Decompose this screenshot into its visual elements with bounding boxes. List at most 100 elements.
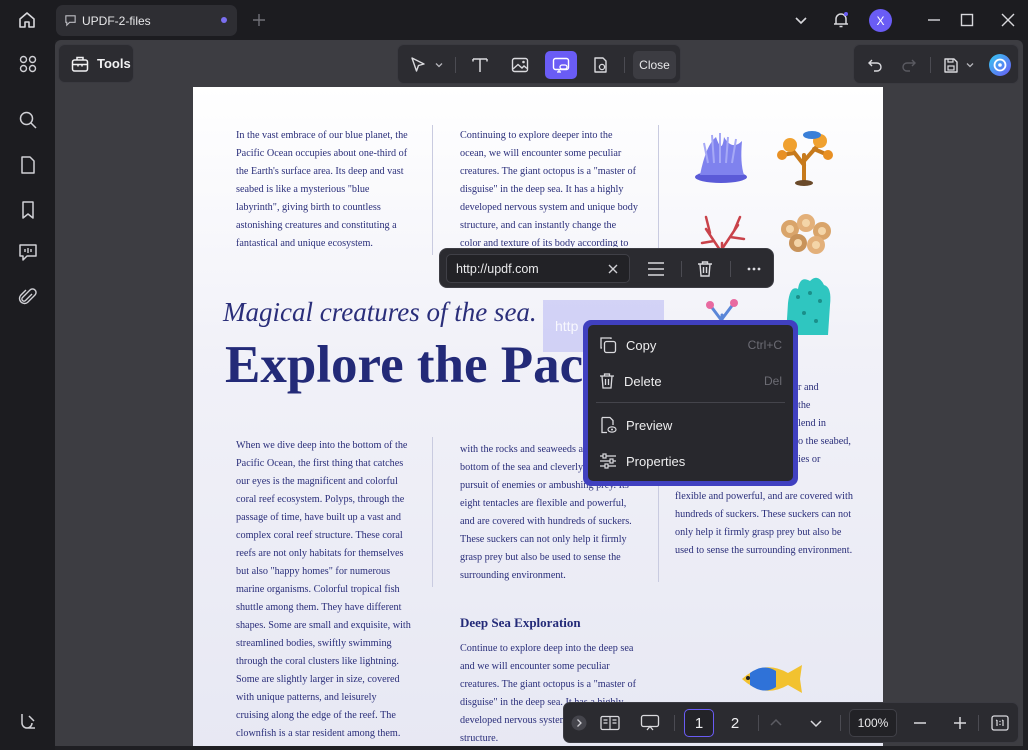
coral-cluster-tan <box>781 214 831 254</box>
chevron-down-icon <box>795 17 807 25</box>
chevron-right-icon <box>571 715 587 731</box>
new-tab-button[interactable] <box>249 10 269 30</box>
comment-list-icon <box>19 244 37 261</box>
redo-button[interactable] <box>896 51 922 79</box>
actual-size-button[interactable] <box>987 709 1013 737</box>
popup-divider <box>681 261 682 277</box>
link-annotation-text: http <box>555 318 579 334</box>
previous-page-button[interactable] <box>764 709 788 737</box>
page-1-button[interactable]: 1 <box>684 709 714 737</box>
chevron-up-icon <box>770 718 782 726</box>
delete-link-button[interactable] <box>692 257 718 281</box>
comments-button[interactable] <box>13 237 43 267</box>
apps-button[interactable] <box>13 49 43 79</box>
right-column-line: ies or <box>798 454 821 465</box>
bar-divider <box>758 715 759 731</box>
menu-item-preview[interactable]: Preview <box>588 409 793 441</box>
tropical-fish-illustration <box>742 665 802 693</box>
page-subtitle: Magical creatures of the sea. <box>223 297 537 327</box>
plus-icon <box>253 14 265 26</box>
toolbox-icon <box>71 56 89 72</box>
updf-ai-button[interactable] <box>13 706 43 736</box>
collapse-bar-button[interactable] <box>570 709 588 737</box>
page-navigation-bar: 1 2 100% <box>563 702 1019 743</box>
unsaved-dot <box>221 17 227 23</box>
save-menu-button[interactable] <box>938 51 978 79</box>
minimize-button[interactable] <box>922 8 946 32</box>
add-text-tool[interactable] <box>466 51 494 79</box>
undo-button[interactable] <box>862 51 888 79</box>
page-headline: Explore the Pac <box>225 336 584 394</box>
brand-logo-icon <box>21 714 35 729</box>
toolbar-divider <box>624 57 625 73</box>
select-tool[interactable] <box>406 51 448 79</box>
home-icon <box>19 12 35 28</box>
next-page-button[interactable] <box>804 709 828 737</box>
presentation-button[interactable] <box>636 709 664 737</box>
zoom-level-input[interactable]: 100% <box>849 709 897 737</box>
close-tool-button[interactable]: Close <box>633 51 676 79</box>
tools-button[interactable]: Tools <box>58 44 134 83</box>
column-rule <box>432 437 433 587</box>
search-button[interactable] <box>13 105 43 135</box>
history-toolbar <box>853 44 1019 84</box>
document-canvas[interactable]: Tools Close In the vast embrace of our b… <box>55 40 1023 746</box>
menu-item-shortcut: Del <box>763 374 782 388</box>
notifications-button[interactable] <box>829 8 853 32</box>
column-rule <box>658 125 659 255</box>
copy-icon <box>600 337 617 354</box>
anemone-purple <box>695 133 747 183</box>
home-button[interactable] <box>10 6 44 34</box>
zoom-in-button[interactable] <box>948 709 972 737</box>
reading-mode-button[interactable] <box>596 709 624 737</box>
maximize-button[interactable] <box>955 8 979 32</box>
bookmark-icon <box>22 201 34 219</box>
tools-label: Tools <box>97 56 131 71</box>
context-menu: Copy Ctrl+C Delete Del Preview Propertie… <box>583 320 798 486</box>
right-column-line: lend in <box>798 418 827 429</box>
link-style-button[interactable] <box>643 257 669 281</box>
user-avatar[interactable]: X <box>869 9 892 32</box>
pages-button[interactable] <box>13 150 43 180</box>
section-heading: Deep Sea Exploration <box>460 615 581 630</box>
add-image-tool[interactable] <box>506 51 534 79</box>
cursor-icon <box>411 57 425 72</box>
plus-icon <box>954 717 966 729</box>
bookmarks-button[interactable] <box>13 195 43 225</box>
menu-divider <box>596 402 785 403</box>
coral-orange <box>777 131 833 186</box>
right-column-partial: r and the lend in o the seabed, ies or <box>798 379 878 469</box>
attachments-button[interactable] <box>13 282 43 312</box>
chevron-down-icon <box>966 63 973 68</box>
paperclip-icon <box>18 288 37 305</box>
tab-list-dropdown[interactable] <box>789 8 813 32</box>
menu-item-label: Delete <box>624 373 662 389</box>
document-tab[interactable]: UPDF-2-files <box>56 5 237 36</box>
maximize-icon <box>960 13 974 27</box>
clear-url-button[interactable] <box>605 261 621 277</box>
menu-item-copy[interactable]: Copy Ctrl+C <box>588 329 793 361</box>
link-url-input[interactable]: http://updf.com <box>446 254 630 283</box>
popup-divider <box>730 261 731 277</box>
page-2-button[interactable]: 2 <box>720 709 750 737</box>
link-url-text: http://updf.com <box>456 261 539 276</box>
bar-divider <box>978 715 979 731</box>
menu-item-properties[interactable]: Properties <box>588 445 793 477</box>
coral-reef-paragraph: When we dive deep into the bottom of the… <box>236 440 411 739</box>
context-menu-panel: Copy Ctrl+C Delete Del Preview Propertie… <box>588 325 793 481</box>
menu-item-delete[interactable]: Delete Del <box>588 365 793 397</box>
right-column-line: o the seabed, <box>798 436 851 447</box>
left-sidebar <box>0 40 55 750</box>
more-options-button[interactable] <box>741 257 767 281</box>
redo-icon <box>902 59 916 72</box>
bar-divider <box>674 715 675 731</box>
protect-tool[interactable] <box>587 51 615 79</box>
bell-icon <box>834 12 848 28</box>
close-window-button[interactable] <box>996 8 1020 32</box>
ai-assistant-button[interactable] <box>986 51 1014 79</box>
right-column-line: r and <box>798 382 819 393</box>
zoom-out-button[interactable] <box>908 709 932 737</box>
trash-icon <box>600 373 614 389</box>
right-column-paragraph: flexible and powerful, and are covered w… <box>675 491 853 556</box>
add-link-tool[interactable] <box>545 51 577 79</box>
